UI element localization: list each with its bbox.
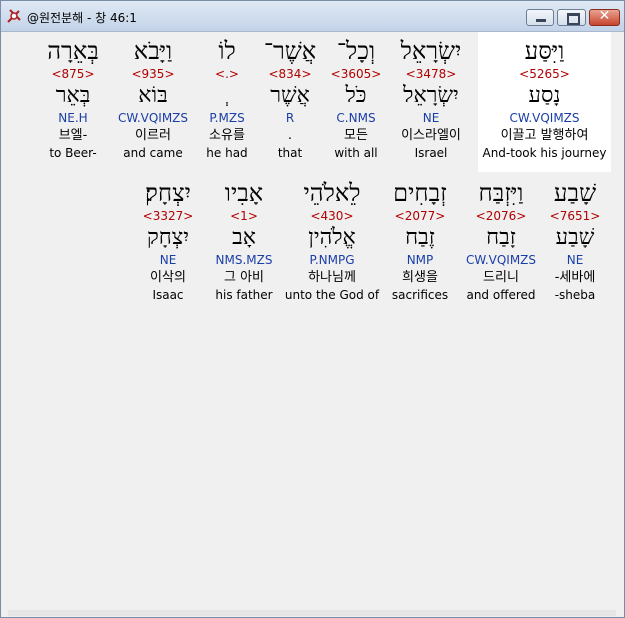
hebrew-word: וַיִּסַּע — [524, 37, 565, 65]
morphology-code[interactable]: NMP — [375, 252, 465, 269]
morphology-code[interactable]: NE — [123, 252, 213, 269]
bottom-border — [8, 610, 616, 616]
strong-number[interactable]: <430> — [277, 208, 387, 224]
lemma: אֱלֹהִין — [308, 225, 356, 250]
lemma: בּוֹא — [138, 83, 168, 108]
korean-gloss: 이삭의 — [150, 270, 186, 285]
minimize-icon — [536, 19, 546, 22]
word-column[interactable]: וַיָּבֹא <935> בּוֹא CW.VQIMZS 이르러 and c… — [108, 36, 198, 161]
close-button[interactable]: ✕ — [589, 8, 620, 26]
korean-gloss: 브엘- — [58, 128, 88, 143]
morphology-code[interactable]: P.NMPG — [277, 252, 387, 269]
morphology-code[interactable]: CW.VQIMZS — [456, 252, 546, 269]
title-bar[interactable]: @원전분해 - 창 46:1 ✕ — [1, 1, 624, 32]
word-column[interactable]: בְּאֵרָה <875> בְּאֵר NE.H 브엘- to Beer- — [28, 36, 118, 161]
english-gloss: And-took his journey — [482, 146, 607, 160]
window-title: @원전분해 - 창 46:1 — [27, 11, 137, 25]
maximize-button[interactable] — [557, 9, 586, 26]
english-gloss: to Beer- — [49, 146, 97, 160]
korean-gloss: 하나님께 — [308, 270, 356, 285]
strong-number[interactable]: <2077> — [375, 208, 465, 224]
word-column[interactable]: לֵאלֹהֵי <430> אֱלֹהִין P.NMPG 하나님께 unto… — [277, 178, 387, 303]
hebrew-word: יִצְחָק׃ — [145, 179, 191, 207]
lemma: זָבַח — [486, 225, 516, 250]
lemma: זֶבַח — [405, 225, 435, 250]
english-gloss: sacrifices — [391, 288, 449, 302]
hebrew-word: וַיִּזְבַּח — [478, 179, 524, 207]
strong-number[interactable]: <2076> — [456, 208, 546, 224]
korean-gloss: 드리니 — [483, 270, 519, 285]
english-gloss: and offered — [466, 288, 536, 302]
strong-number[interactable]: <5265> — [478, 66, 611, 82]
word-column[interactable]: יִצְחָק׃ <3327> יִצְחָק NE 이삭의 Isaac — [123, 178, 213, 303]
morphology-code[interactable]: NE.H — [28, 110, 118, 127]
english-gloss: Isaac — [152, 288, 184, 302]
korean-gloss: 이끌고 발행하여 — [500, 128, 589, 143]
maximize-icon — [567, 13, 580, 25]
korean-gloss: 이르러 — [135, 128, 171, 143]
strong-number[interactable]: <935> — [108, 66, 198, 82]
morphology-code[interactable]: CW.VQIMZS — [478, 110, 611, 127]
english-gloss: and came — [123, 146, 183, 160]
app-icon — [7, 9, 21, 23]
english-gloss: unto the God of — [284, 288, 380, 302]
minimize-button[interactable] — [526, 9, 554, 26]
korean-gloss: 희생을 — [402, 270, 438, 285]
word-column[interactable]: וַיִּזְבַּח <2076> זָבַח CW.VQIMZS 드리니 a… — [456, 178, 546, 303]
lemma: יִצְחָק — [146, 225, 190, 250]
strong-number[interactable]: <875> — [28, 66, 118, 82]
app-window: @원전분해 - 창 46:1 ✕ וַיִּסַּע <5265> נָסַע … — [0, 0, 625, 618]
hebrew-word: בְּאֵרָה — [47, 37, 99, 65]
close-icon: ✕ — [598, 8, 611, 24]
hebrew-word: וַיָּבֹא — [133, 37, 173, 65]
morphology-code[interactable]: CW.VQIMZS — [108, 110, 198, 127]
lemma: בְּאֵר — [55, 83, 91, 108]
hebrew-word: לֵאלֹהֵי — [303, 179, 361, 207]
lemma: נָסַע — [528, 83, 561, 108]
hebrew-word: זְבָחִים — [393, 179, 447, 207]
word-column[interactable]: זְבָחִים <2077> זֶבַח NMP 희생을 sacrifices — [375, 178, 465, 303]
word-column[interactable]: וַיִּסַּע <5265> נָסַע CW.VQIMZS 이끌고 발행하… — [478, 32, 611, 172]
interlinear-view: וַיִּסַּע <5265> נָסַע CW.VQIMZS 이끌고 발행하… — [8, 32, 616, 610]
strong-number[interactable]: <3327> — [123, 208, 213, 224]
